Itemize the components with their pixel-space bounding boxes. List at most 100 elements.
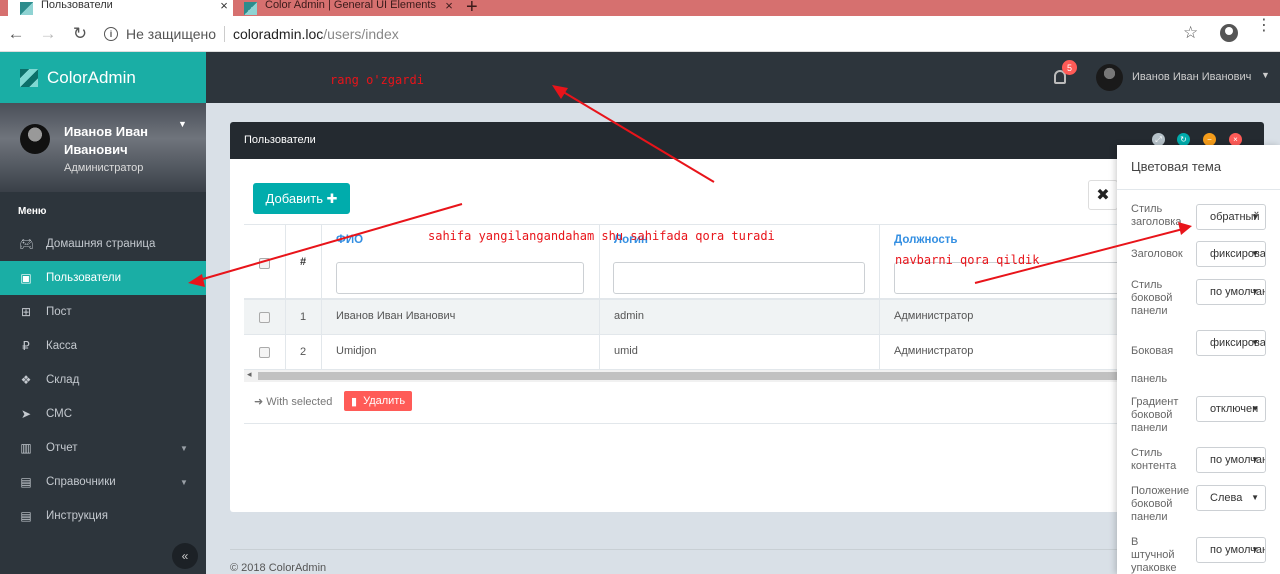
new-tab-button[interactable]: +	[466, 0, 478, 16]
brand[interactable]: ColorAdmin	[0, 52, 206, 103]
users-table: # ФИО Логин Должность 1 Иванов Иван Иван…	[244, 224, 1264, 424]
row-login: admin	[614, 310, 644, 322]
sidebar-style-select[interactable]: по умолчанию▼	[1196, 279, 1266, 305]
sidebar-item-home[interactable]: 🎮︎ Домашняя страница	[0, 227, 206, 261]
caret-down-icon[interactable]: ▼	[1261, 70, 1270, 80]
row-fio: Иванов Иван Иванович	[336, 310, 456, 322]
table-row[interactable]: 1 Иванов Иван Иванович admin Администрат…	[244, 300, 1264, 335]
sidebar-item-label: Инструкция	[46, 510, 108, 522]
add-user-button[interactable]: Добавить ✚	[253, 183, 350, 214]
sidebar-item-report[interactable]: ▥ Отчет ▼	[0, 431, 206, 465]
divider	[1117, 189, 1280, 190]
page-footer: © 2018 ColorAdmin	[230, 549, 1264, 574]
divider	[599, 300, 600, 335]
send-icon: ➤	[20, 407, 32, 421]
divider	[224, 26, 225, 42]
annotation-header: rang o'zgardi	[330, 73, 424, 87]
sidebar-fixed-select[interactable]: фиксированная▼	[1196, 330, 1266, 356]
setting-label: Стиль заголовка	[1131, 203, 1182, 228]
header-fixed-select[interactable]: фиксированный▼	[1196, 241, 1266, 267]
divider	[285, 225, 286, 301]
row-login: umid	[614, 345, 638, 357]
select-all-checkbox[interactable]	[259, 258, 270, 269]
reload-icon[interactable]: ↻	[64, 24, 96, 44]
delete-button[interactable]: ▮ Удалить	[344, 391, 413, 411]
caret-down-icon: ▼	[1251, 338, 1259, 347]
sidebar-position-select[interactable]: Слева ▼	[1196, 485, 1266, 511]
boxed-layout-select[interactable]: по умолчанию▼	[1196, 537, 1266, 563]
top-user-name[interactable]: Иванов Иван Иванович	[1132, 71, 1251, 83]
row-position: Администратор	[894, 310, 974, 322]
browser-tabstrip: Пользователи × Color Admin | General UI …	[0, 0, 1280, 16]
url-path: /users/index	[323, 26, 399, 42]
notification-badge: 5	[1062, 60, 1077, 75]
setting-label: Боковая панель	[1131, 345, 1174, 385]
sidebar-item-references[interactable]: ▤ Справочники ▼	[0, 465, 206, 499]
bookmark-star-icon[interactable]: ☆	[1183, 23, 1198, 43]
column-header-fio[interactable]: ФИО	[336, 234, 363, 246]
avatar[interactable]	[1096, 64, 1123, 91]
address-bar: ← → ↻ i Не защищено coloradmin.loc/users…	[0, 16, 1280, 52]
caret-down-icon[interactable]: ▼	[178, 119, 187, 129]
brand-name: ColorAdmin	[47, 67, 136, 87]
caret-down-icon: ▼	[1251, 212, 1259, 221]
sidebar-item-warehouse[interactable]: ❖ Склад	[0, 363, 206, 397]
sidebar-item-sms[interactable]: ➤ СМС	[0, 397, 206, 431]
sidebar: Иванов Иван Иванович Администратор ▼ Мен…	[0, 103, 206, 574]
caret-down-icon: ▼	[1251, 287, 1259, 296]
setting-label: Стиль контента	[1131, 447, 1177, 472]
divider	[285, 300, 286, 335]
sidebar-item-label: Касса	[46, 340, 77, 352]
profile-role: Администратор	[64, 162, 144, 174]
sidebar-gradient-select[interactable]: отключен ▼	[1196, 396, 1266, 422]
sidebar-item-users[interactable]: ▣ Пользователи	[0, 261, 206, 295]
forward-arrow-icon[interactable]: →	[32, 24, 64, 44]
table-row[interactable]: 2 Umidjon umid Администратор	[244, 335, 1264, 370]
setting-label: В штучной упаковке	[1131, 536, 1177, 574]
header-style-select[interactable]: обратный ▼	[1196, 204, 1266, 230]
chart-icon: ▥	[20, 441, 32, 455]
url-host: coloradmin.loc	[233, 26, 324, 42]
caret-down-icon: ▼	[1251, 249, 1259, 258]
scroll-left-icon[interactable]: ◂	[247, 369, 252, 380]
close-filter-button[interactable]: ✖	[1088, 180, 1118, 210]
row-fio: Umidjon	[336, 345, 377, 357]
sidebar-item-instructions[interactable]: ▤ Инструкция	[0, 499, 206, 533]
fio-filter-input[interactable]	[336, 262, 584, 294]
with-selected-text: With selected	[266, 396, 333, 408]
caret-down-icon: ▼	[180, 444, 188, 453]
sidebar-item-label: Домашняя страница	[46, 238, 156, 250]
book-icon: ▤	[20, 475, 32, 489]
logo-icon	[20, 68, 38, 87]
sidebar-item-label: СМС	[46, 408, 73, 420]
favicon-icon	[20, 1, 33, 15]
sidebar-collapse-button[interactable]: «	[172, 543, 198, 569]
sidebar-item-post[interactable]: ⊞ Пост	[0, 295, 206, 329]
row-checkbox[interactable]	[259, 347, 270, 358]
url-input[interactable]: i Не защищено coloradmin.loc/users/index	[104, 22, 1200, 46]
caret-down-icon: ▼	[1251, 455, 1259, 464]
scrollbar-thumb[interactable]	[258, 372, 1138, 380]
horizontal-scrollbar[interactable]: ◂	[244, 369, 1264, 382]
sidebar-item-cash[interactable]: ₽ Касса	[0, 329, 206, 363]
row-checkbox[interactable]	[259, 312, 270, 323]
sidebar-item-label: Справочники	[46, 476, 116, 488]
close-icon[interactable]: ×	[440, 0, 458, 13]
divider	[879, 225, 880, 301]
login-filter-input[interactable]	[613, 262, 865, 294]
caret-down-icon: ▼	[1251, 493, 1259, 502]
setting-label: Заголовок	[1131, 248, 1183, 260]
close-icon[interactable]: ×	[215, 0, 233, 13]
column-header-position[interactable]: Должность	[894, 234, 957, 246]
caret-down-icon: ▼	[1251, 404, 1259, 413]
info-icon[interactable]: i	[104, 27, 118, 41]
kebab-menu-icon[interactable]: ⋮	[1256, 18, 1272, 34]
cubes-icon: ❖	[20, 373, 32, 387]
divider	[321, 225, 322, 301]
browser-tab-users[interactable]: Пользователи ×	[8, 0, 233, 16]
browser-tab-coloradmin[interactable]: Color Admin | General UI Elements ×	[236, 0, 458, 16]
content-style-select[interactable]: по умолчанию▼	[1196, 447, 1266, 473]
account-icon[interactable]	[1220, 24, 1238, 42]
sidebar-profile[interactable]: Иванов Иван Иванович Администратор ▼	[0, 103, 206, 192]
back-arrow-icon[interactable]: ←	[0, 24, 32, 44]
